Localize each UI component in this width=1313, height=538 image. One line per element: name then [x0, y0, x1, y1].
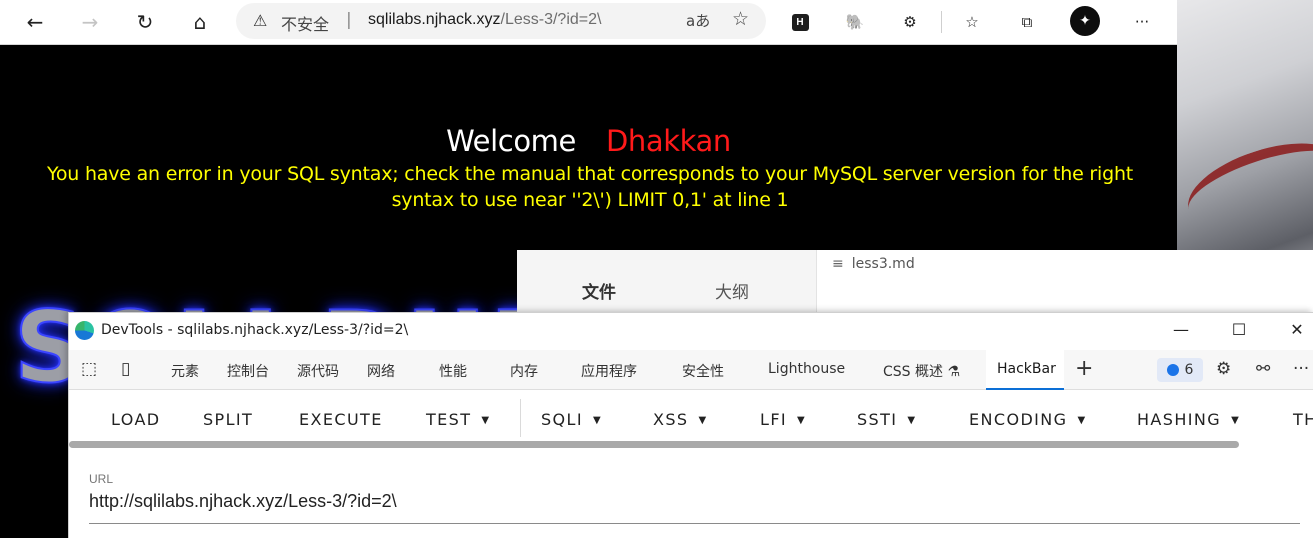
- add-favorite-icon[interactable]: ☆: [732, 8, 749, 30]
- chevron-down-icon: ▼: [1077, 415, 1087, 426]
- tab-outline[interactable]: 大纲: [715, 278, 749, 303]
- url-host: sqlilabs.njhack.xyz: [368, 11, 501, 28]
- tab-application[interactable]: 应用程序: [581, 361, 637, 381]
- editor-sidebar: 文件 大纲: [517, 250, 817, 312]
- address-url[interactable]: sqlilabs.njhack.xyz/Less-3/?id=2\: [368, 11, 601, 29]
- welcome-text: Welcome: [446, 124, 576, 158]
- tab-console[interactable]: 控制台: [227, 361, 269, 381]
- issues-count: 6: [1184, 362, 1194, 378]
- tab-memory[interactable]: 内存: [510, 361, 538, 381]
- address-bar[interactable]: ⚠ 不安全 | sqlilabs.njhack.xyz/Less-3/?id=2…: [236, 3, 766, 39]
- hackbar-extension-icon[interactable]: H: [788, 10, 812, 34]
- lfi-menu-button[interactable]: LFI ▼: [760, 410, 806, 429]
- devtools-tabbar: ⬚ ▯ 元素 控制台 源代码 网络 性能 内存 应用程序 安全性 Lightho…: [69, 350, 1313, 390]
- devtools-window: DevTools - sqlilabs.njhack.xyz/Less-3/?i…: [68, 312, 1313, 538]
- test-menu-label: TEST: [426, 410, 472, 429]
- minimize-icon[interactable]: —: [1169, 320, 1193, 339]
- tab-css-overview[interactable]: CSS 概述 ⚗: [883, 361, 960, 381]
- chevron-down-icon: ▼: [698, 415, 708, 426]
- settings-gear-icon[interactable]: ⚙: [1216, 359, 1231, 379]
- encoding-menu-button[interactable]: ENCODING ▼: [969, 410, 1087, 429]
- tab-elements[interactable]: 元素: [171, 361, 199, 381]
- tab-security[interactable]: 安全性: [682, 361, 724, 381]
- address-separator: |: [346, 10, 352, 30]
- tab-performance[interactable]: 性能: [439, 361, 467, 381]
- edge-logo-icon: [75, 321, 94, 340]
- execute-button[interactable]: EXECUTE: [299, 410, 383, 429]
- welcome-heading: Welcome Dhakkan: [0, 124, 1177, 158]
- device-emulation-icon[interactable]: ▯: [121, 359, 130, 379]
- document-tab[interactable]: ≡ less3.md: [832, 256, 915, 272]
- chevron-down-icon: ▼: [592, 415, 603, 426]
- hashing-menu-button[interactable]: HASHING ▼: [1137, 410, 1240, 429]
- devtools-title: DevTools - sqlilabs.njhack.xyz/Less-3/?i…: [101, 322, 409, 338]
- warning-icon[interactable]: ⚠: [253, 11, 267, 30]
- markdown-editor-window: 文件 大纲 ≡ less3.md: [517, 250, 1313, 312]
- insecure-label[interactable]: 不安全: [281, 11, 329, 35]
- forward-icon[interactable]: →: [75, 8, 105, 36]
- active-tab-indicator: [986, 388, 1064, 390]
- url-input[interactable]: http://sqlilabs.njhack.xyz/Less-3/?id=2\: [89, 491, 397, 512]
- hashing-menu-label: HASHING: [1137, 410, 1222, 429]
- experiment-flask-icon: ⚗: [947, 364, 961, 380]
- collections-icon[interactable]: ⧉: [1015, 10, 1039, 34]
- sqli-menu-label: SQLI: [541, 410, 583, 429]
- browser-toolbar: ← → ↻ ⌂ ⚠ 不安全 | sqlilabs.njhack.xyz/Less…: [0, 0, 1177, 45]
- tab-css-overview-label: CSS 概述: [883, 364, 943, 380]
- tab-lighthouse[interactable]: Lighthouse: [768, 361, 845, 377]
- document-lines-icon: ≡: [832, 256, 844, 272]
- xss-menu-button[interactable]: XSS ▼: [653, 410, 708, 429]
- xss-menu-label: XSS: [653, 410, 689, 429]
- close-icon[interactable]: ✕: [1285, 320, 1309, 339]
- chevron-down-icon: ▼: [481, 415, 491, 426]
- welcome-name: Dhakkan: [605, 124, 731, 158]
- sql-error-line-2: syntax to use near ''2\') LIMIT 0,1' at …: [391, 189, 789, 211]
- lfi-menu-label: LFI: [760, 410, 788, 429]
- issues-icon: [1166, 364, 1179, 376]
- hackbar-toolbar: LOAD SPLIT EXECUTE TEST ▼ SQLI ▼ XSS ▼ LFI ▼…: [69, 391, 1313, 449]
- tab-sources[interactable]: 源代码: [297, 361, 339, 381]
- toolbar-separator: [520, 399, 521, 437]
- sqli-menu-button[interactable]: SQLI ▼: [541, 410, 602, 429]
- devtools-more-icon[interactable]: ···: [1293, 359, 1309, 379]
- load-button[interactable]: LOAD: [111, 410, 161, 429]
- th-menu-button[interactable]: TH: [1293, 410, 1313, 429]
- profile-avatar[interactable]: ✦: [1070, 6, 1100, 36]
- document-name: less3.md: [851, 256, 915, 272]
- encoding-menu-label: ENCODING: [969, 410, 1068, 429]
- more-menu-icon[interactable]: ···: [1130, 10, 1154, 34]
- split-button[interactable]: SPLIT: [203, 410, 253, 429]
- url-field-label: URL: [89, 472, 114, 486]
- devtools-titlebar: DevTools - sqlilabs.njhack.xyz/Less-3/?i…: [69, 313, 1313, 349]
- add-tab-icon[interactable]: +: [1075, 356, 1093, 381]
- issues-badge[interactable]: 6: [1157, 358, 1203, 382]
- url-path: /Less-3/?id=2\: [500, 11, 602, 28]
- refresh-icon[interactable]: ↻: [130, 8, 160, 36]
- evernote-extension-icon[interactable]: 🐘: [843, 10, 867, 34]
- tab-files[interactable]: 文件: [582, 278, 616, 303]
- url-input-underline: [89, 523, 1300, 524]
- chevron-down-icon: ▼: [907, 415, 917, 426]
- back-icon[interactable]: ←: [20, 8, 50, 36]
- tab-hackbar[interactable]: HackBar: [997, 361, 1056, 377]
- chevron-down-icon: ▼: [1231, 415, 1241, 426]
- inspect-element-icon[interactable]: ⬚: [81, 359, 97, 379]
- maximize-icon[interactable]: ☐: [1227, 320, 1251, 339]
- extensions-icon[interactable]: ⚙: [898, 10, 922, 34]
- toolbar-divider: [941, 11, 942, 33]
- home-icon[interactable]: ⌂: [185, 8, 215, 36]
- chevron-down-icon: ▼: [797, 415, 807, 426]
- test-menu-button[interactable]: TEST ▼: [426, 410, 491, 429]
- screen: ← → ↻ ⌂ ⚠ 不安全 | sqlilabs.njhack.xyz/Less…: [0, 0, 1313, 538]
- ssti-menu-button[interactable]: SSTI ▼: [857, 410, 917, 429]
- sql-error-line-1: You have an error in your SQL syntax; ch…: [46, 163, 1134, 185]
- ssti-menu-label: SSTI: [857, 410, 898, 429]
- customize-icon[interactable]: ⚯: [1256, 359, 1270, 379]
- favorites-icon[interactable]: ☆: [960, 10, 984, 34]
- tab-network[interactable]: 网络: [367, 361, 395, 381]
- sql-error-message: You have an error in your SQL syntax; ch…: [30, 161, 1150, 213]
- read-aloud-icon[interactable]: aあ: [686, 10, 710, 31]
- horizontal-scrollbar[interactable]: [69, 441, 1239, 448]
